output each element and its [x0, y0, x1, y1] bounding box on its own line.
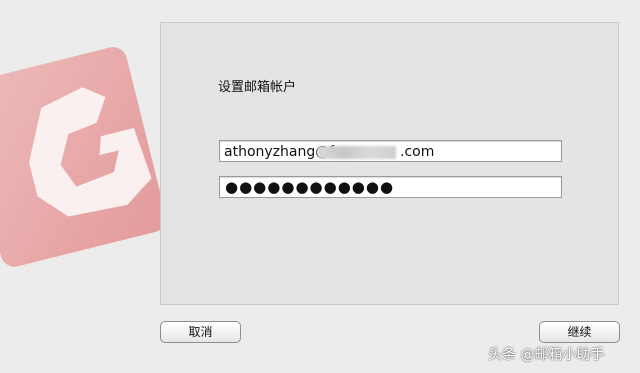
account-setup-panel — [160, 22, 619, 305]
foxmail-logo-icon — [0, 47, 167, 267]
email-field[interactable]: athonyzhang@f .com — [219, 140, 562, 162]
redacted-email-segment — [318, 146, 396, 159]
watermark: 头条 @邮箱小助手 — [488, 347, 605, 363]
dialog-heading: 设置邮箱帐户 — [218, 80, 297, 95]
continue-button[interactable]: 继续 — [539, 321, 620, 343]
password-mask: ●●●●●●●●●●●● — [225, 178, 395, 196]
cancel-button[interactable]: 取消 — [160, 321, 241, 343]
password-field[interactable]: ●●●●●●●●●●●● — [219, 176, 562, 198]
email-domain-suffix: .com — [400, 144, 435, 160]
